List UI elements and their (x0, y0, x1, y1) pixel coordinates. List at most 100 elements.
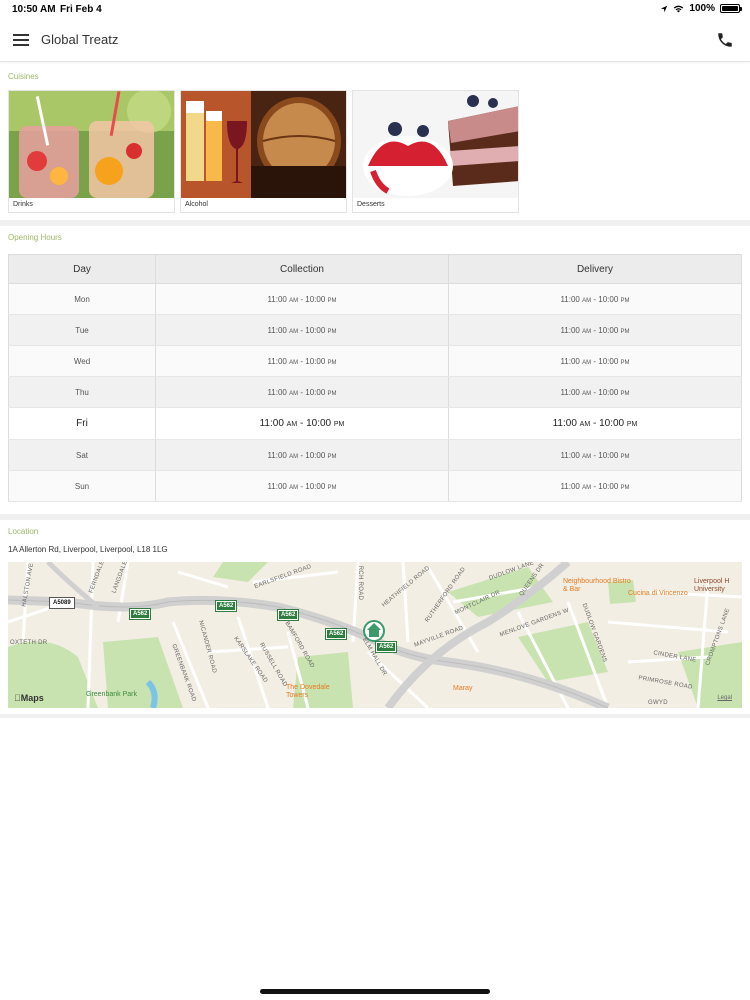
map-poi[interactable]: Maray (453, 685, 472, 693)
hours-close: 10:00 (598, 294, 619, 304)
hours-sep: - (592, 418, 597, 429)
hours-open: 11:00 (560, 387, 580, 397)
cuisine-card-alcohol[interactable]: Alcohol (180, 90, 347, 213)
map-poi[interactable]: Liverpool H University (694, 578, 742, 594)
collection-hours-cell: 11:00 AM - 10:00 PM (155, 470, 449, 502)
hamburger-menu-icon[interactable] (13, 34, 29, 46)
status-icons: 100% (660, 3, 742, 14)
collection-hours-cell: 11:00 AM - 10:00 PM (155, 345, 449, 377)
hours-sep: - (300, 294, 304, 304)
delivery-hours-cell: 11:00 AM - 10:00 PM (448, 439, 742, 471)
map-poi[interactable]: Greenbank Park (86, 691, 137, 699)
home-indicator[interactable] (260, 989, 490, 994)
day-cell: Thu (8, 376, 156, 408)
delivery-hours-cell: 11:00 AM - 10:00 PM (448, 470, 742, 502)
hours-close: 10:00 (305, 481, 326, 491)
collection-hours-cell: 11:00 AM - 10:00 PM (155, 283, 449, 315)
road-shield: A562 (276, 609, 300, 621)
hours-open_ampm: AM (286, 421, 298, 428)
location-address: 1A Allerton Rd, Liverpool, Liverpool, L1… (8, 545, 168, 554)
cuisine-card-desserts[interactable]: Desserts (352, 90, 519, 213)
hours-close_ampm: PM (620, 453, 630, 460)
hours-sep: - (299, 418, 304, 429)
location-map[interactable]: A5089 A562 A562 A562 A562 A562 HALSTON A… (8, 562, 742, 708)
hours-close_ampm: PM (327, 453, 337, 460)
delivery-hours-cell: 11:00 AM - 10:00 PM (448, 376, 742, 408)
hours-sep: - (300, 325, 304, 335)
hours-close_ampm: PM (327, 328, 337, 335)
hours-close_ampm: PM (620, 359, 630, 366)
cuisine-card-drinks[interactable]: Drinks (8, 90, 175, 213)
hours-close_ampm: PM (620, 390, 630, 397)
road-shield: A562 (374, 641, 398, 653)
road-shield: A5089 (49, 597, 75, 609)
cuisines-heading: Cuisines (8, 72, 39, 81)
hours-sep: - (300, 387, 304, 397)
battery-icon (720, 4, 742, 13)
battery-percent: 100% (689, 3, 715, 14)
hours-close_ampm: PM (620, 484, 630, 491)
hours-open: 11:00 (560, 450, 580, 460)
hours-close_ampm: PM (327, 484, 337, 491)
hours-sep: - (300, 450, 304, 460)
map-road-label: OXTETH DR (10, 640, 48, 646)
hours-open_ampm: AM (289, 390, 299, 397)
hours-open: 11:00 (560, 325, 580, 335)
hours-sep: - (593, 387, 597, 397)
table-row: Thu 11:00 AM - 10:00 PM 11:00 AM - 10:00 P… (8, 376, 742, 408)
hours-open: 11:00 (259, 418, 284, 429)
delivery-hours-cell: 11:00 AM - 10:00 PM (448, 407, 742, 440)
hours-open_ampm: AM (582, 359, 592, 366)
section-divider (0, 714, 750, 718)
column-header-collection: Collection (155, 254, 449, 284)
hours-close_ampm: PM (327, 359, 337, 366)
section-divider (0, 220, 750, 226)
table-header-row: Day Collection Delivery (8, 254, 742, 284)
day-cell: Wed (8, 345, 156, 377)
location-heading: Location (8, 527, 39, 536)
hours-open: 11:00 (552, 418, 577, 429)
opening-hours-table: Day Collection Delivery Mon 11:00 AM - 10… (8, 254, 742, 502)
collection-hours-cell: 11:00 AM - 10:00 PM (155, 314, 449, 346)
delivery-hours-cell: 11:00 AM - 10:00 PM (448, 314, 742, 346)
alcohol-image (181, 91, 346, 198)
hours-close: 10:00 (305, 387, 326, 397)
status-bar: 10:50 AM Fri Feb 4 100% (0, 0, 750, 18)
phone-icon[interactable] (716, 31, 734, 49)
map-road-label: GWYD (648, 700, 668, 706)
hours-close: 10:00 (598, 450, 619, 460)
day-cell: Sat (8, 439, 156, 471)
day-cell: Fri (8, 407, 156, 440)
hours-open: 11:00 (267, 481, 287, 491)
hours-sep: - (593, 325, 597, 335)
hours-sep: - (300, 481, 304, 491)
table-row: Mon 11:00 AM - 10:00 PM 11:00 AM - 10:00 P… (8, 283, 742, 315)
hours-close_ampm: PM (620, 328, 630, 335)
column-header-day: Day (8, 254, 156, 284)
cuisine-label: Desserts (357, 201, 385, 208)
hours-open: 11:00 (267, 325, 287, 335)
table-row: Sat 11:00 AM - 10:00 PM 11:00 AM - 10:00 P… (8, 439, 742, 471)
hours-close: 10:00 (305, 325, 326, 335)
collection-hours-cell: 11:00 AM - 10:00 PM (155, 439, 449, 471)
road-shield: A562 (214, 600, 238, 612)
map-poi[interactable]: The Dovedale Towers (286, 684, 346, 700)
cuisine-label: Drinks (13, 201, 33, 208)
cuisine-label: Alcohol (185, 201, 208, 208)
table-row: Tue 11:00 AM - 10:00 PM 11:00 AM - 10:00 P… (8, 314, 742, 346)
hours-close: 10:00 (598, 481, 619, 491)
hours-close_ampm: PM (620, 297, 630, 304)
hours-open_ampm: AM (289, 453, 299, 460)
hours-open_ampm: AM (582, 484, 592, 491)
nav-bar: Global Treatz (0, 18, 750, 62)
hours-open: 11:00 (267, 387, 287, 397)
collection-hours-cell: 11:00 AM - 10:00 PM (155, 376, 449, 408)
hours-open_ampm: AM (289, 297, 299, 304)
hours-open_ampm: AM (582, 328, 592, 335)
map-poi[interactable]: Neighbourhood Bistro & Bar (563, 578, 633, 594)
map-poi[interactable]: Cucina di Vincenzo (628, 590, 688, 598)
page-title: Global Treatz (41, 32, 119, 47)
hours-close_ampm: PM (327, 297, 337, 304)
map-legal-link[interactable]: Legal (717, 695, 732, 701)
hours-close: 10:00 (305, 356, 326, 366)
